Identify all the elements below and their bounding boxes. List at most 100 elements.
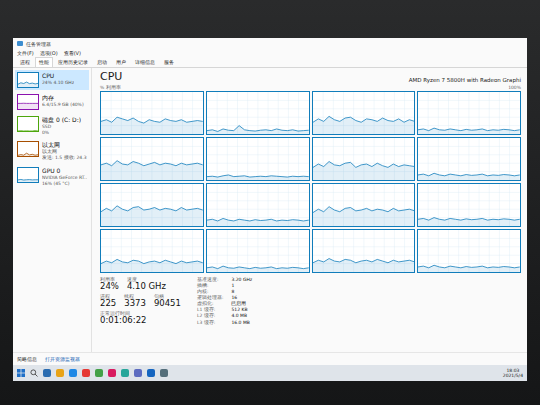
detail-value: 4.0 MB: [231, 313, 252, 319]
tab[interactable]: 详细信息: [131, 57, 159, 67]
taskbar-app-icon[interactable]: [95, 369, 103, 377]
thumbnail-chart: [17, 167, 39, 183]
stat: 进程225: [100, 294, 116, 309]
core-chart: [417, 91, 521, 135]
sidebar-detail: 0%: [42, 130, 81, 136]
sidebar: CPU24% 4.10 GHz内存6.4/15.9 GB (40%)磁盘 0 (…: [13, 68, 92, 352]
detail-value: 3.20 GHz: [231, 277, 252, 283]
core-chart: [100, 229, 204, 273]
tab[interactable]: 用户: [112, 57, 130, 67]
taskbar-app-icon[interactable]: [147, 369, 155, 377]
tab[interactable]: 进程: [16, 57, 34, 67]
taskbar-app-icon[interactable]: [56, 369, 64, 377]
tab-bar: 进程性能应用历史记录启动用户详细信息服务: [13, 57, 527, 68]
taskbar-app-icon[interactable]: [134, 369, 142, 377]
taskbar: 18:032021/5/4: [13, 365, 527, 381]
detail-value: 16: [231, 295, 252, 301]
thumbnail-chart: [17, 116, 39, 132]
menu-item[interactable]: 查看(V): [64, 50, 81, 56]
screen: 任务管理器文件(F)选项(O)查看(V)进程性能应用历史记录启动用户详细信息服务…: [13, 38, 527, 381]
panel-title: CPU: [100, 71, 122, 83]
core-chart: [312, 91, 416, 135]
fewer-details-button[interactable]: 简略信息: [17, 356, 37, 362]
core-chart: [100, 91, 204, 135]
stat: 正常运行时间0:01:06:22: [100, 311, 146, 326]
detail-label: L3 缓存:: [197, 320, 224, 326]
monitor-frame: 任务管理器文件(F)选项(O)查看(V)进程性能应用历史记录启动用户详细信息服务…: [0, 0, 540, 405]
core-chart: [206, 137, 310, 181]
core-chart: [417, 137, 521, 181]
detail-label: L1 缓存:: [197, 307, 224, 313]
stat: 利用率24%: [100, 277, 119, 292]
cpu-details: 基准速度:3.20 GHz插槽:1内核:8逻辑处理器:16虚拟化:已启用L1 缓…: [197, 277, 252, 326]
sidebar-item[interactable]: GPU 0NVIDIA GeForce RT...16% (45 °C): [15, 165, 89, 188]
chart-label: % 利用率: [100, 85, 121, 90]
tab[interactable]: 启动: [93, 57, 111, 67]
resource-monitor-link[interactable]: 打开资源监视器: [45, 356, 80, 362]
stats: 利用率24% 速度4.10 GHz 进程225 线程3373 句柄90451 正常运行时间…: [100, 277, 181, 326]
stat: 线程3373: [124, 294, 146, 309]
taskbar-app-icon[interactable]: [108, 369, 116, 377]
detail-value: 已启用: [231, 301, 252, 307]
core-chart: [100, 137, 204, 181]
clock[interactable]: 18:032021/5/4: [503, 368, 523, 379]
detail-label: L2 缓存:: [197, 313, 224, 319]
stat: 句柄90451: [154, 294, 181, 309]
core-chart: [206, 229, 310, 273]
sidebar-detail: NVIDIA GeForce RT...: [42, 175, 87, 181]
sidebar-item[interactable]: CPU24% 4.10 GHz: [15, 70, 89, 90]
detail-value: 512 KB: [231, 307, 252, 313]
core-chart: [100, 183, 204, 227]
core-chart: [312, 229, 416, 273]
taskbar-app-icon[interactable]: [69, 369, 77, 377]
core-chart: [206, 91, 310, 135]
thumbnail-chart: [17, 94, 39, 110]
core-chart: [312, 137, 416, 181]
taskbar-app-icon[interactable]: [121, 369, 129, 377]
menu-item[interactable]: 文件(F): [17, 50, 34, 56]
detail-label: 插槽:: [197, 283, 224, 289]
sidebar-detail: SSD: [42, 124, 81, 130]
search-icon[interactable]: [30, 369, 38, 377]
taskbar-app-icon[interactable]: [160, 369, 168, 377]
sidebar-item[interactable]: 内存6.4/15.9 GB (40%): [15, 92, 89, 112]
window-title: 任务管理器: [26, 41, 51, 47]
sidebar-detail: 24% 4.10 GHz: [42, 80, 74, 86]
detail-label: 基准速度:: [197, 277, 224, 283]
detail-label: 内核:: [197, 289, 224, 295]
title-bar: 任务管理器: [13, 38, 527, 49]
detail-value: 8: [231, 289, 252, 295]
sidebar-item[interactable]: 以太网以太网发送: 1.5 接收: 24.3 Kbps: [15, 139, 89, 162]
detail-value: 16.0 MB: [231, 320, 252, 326]
footer: 简略信息 打开资源监视器: [13, 352, 527, 365]
taskbar-app-icon[interactable]: [82, 369, 90, 377]
tab[interactable]: 性能: [35, 57, 53, 67]
tab[interactable]: 应用历史记录: [54, 57, 92, 67]
windows-logo-icon[interactable]: [17, 369, 25, 377]
sidebar-name: CPU: [42, 72, 74, 80]
sidebar-detail: 16% (45 °C): [42, 181, 87, 187]
tab[interactable]: 服务: [160, 57, 178, 67]
cpu-model: AMD Ryzen 7 5800H with Radeon Graphi: [409, 77, 521, 83]
stat: 速度4.10 GHz: [127, 277, 166, 292]
sidebar-name: 以太网: [42, 141, 87, 149]
core-chart: [206, 183, 310, 227]
detail-value: 1: [231, 283, 252, 289]
sidebar-detail: 以太网: [42, 149, 87, 155]
task-manager-icon: [17, 41, 23, 46]
sidebar-name: 内存: [42, 94, 84, 102]
core-grid: [100, 91, 521, 273]
core-chart: [417, 229, 521, 273]
core-chart: [312, 183, 416, 227]
sidebar-detail: 6.4/15.9 GB (40%): [42, 102, 84, 108]
sidebar-detail: 发送: 1.5 接收: 24.3 Kbps: [42, 155, 87, 161]
core-chart: [417, 183, 521, 227]
menu-bar: 文件(F) 选项(O) 查看(V): [13, 49, 527, 57]
taskbar-app-icon[interactable]: [43, 369, 51, 377]
sidebar-name: 磁盘 0 (C: D:): [42, 116, 81, 124]
sidebar-item[interactable]: 磁盘 0 (C: D:)SSD0%: [15, 114, 89, 137]
menu-item[interactable]: 选项(O): [40, 50, 58, 56]
chart-max: 100%: [508, 85, 521, 90]
body: CPU24% 4.10 GHz内存6.4/15.9 GB (40%)磁盘 0 (…: [13, 68, 527, 352]
cpu-panel: CPU AMD Ryzen 7 5800H with Radeon Graphi%…: [92, 68, 527, 352]
